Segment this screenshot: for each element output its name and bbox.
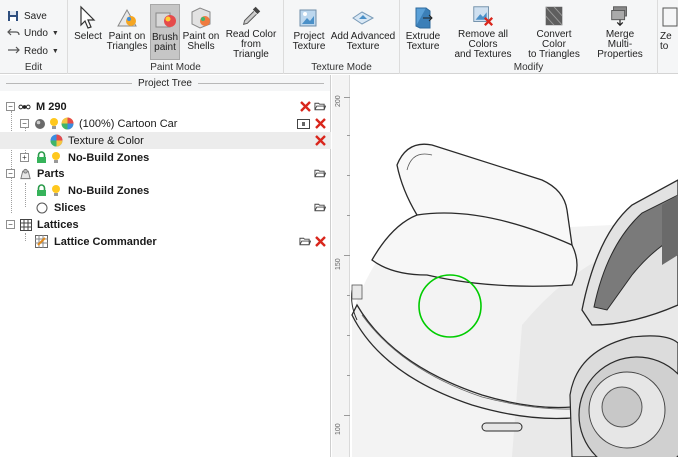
part-number-badge-icon[interactable]: [297, 118, 310, 130]
tree-row-part-no-build-zones[interactable]: + No-Build Zones: [0, 149, 331, 166]
lattice-grid-icon: [19, 218, 32, 231]
eyedropper-icon: [242, 6, 261, 25]
save-button[interactable]: Save: [6, 8, 68, 24]
project-tree-header: Project Tree: [0, 75, 330, 91]
undo-dropdown-icon[interactable]: ▼: [52, 30, 59, 37]
read-color-button[interactable]: Read Color from Triangle: [222, 4, 280, 60]
edit-group-label: Edit: [24, 62, 43, 73]
open-folder-icon[interactable]: [299, 236, 311, 248]
project-texture-button[interactable]: Project Texture: [288, 4, 330, 60]
tree-row-lattice-commander[interactable]: Lattice Commander: [0, 233, 331, 250]
light-bulb-icon[interactable]: [49, 151, 62, 164]
save-icon: [6, 10, 20, 22]
paint-mode-group: Select Paint on Triangles Brush paint Pa…: [68, 0, 284, 74]
brush-paint-button[interactable]: Brush paint: [150, 4, 180, 60]
merge-icon: [611, 6, 627, 27]
zoom-icon: [662, 7, 678, 27]
tree-row-parts-no-build-zones[interactable]: No-Build Zones: [0, 182, 331, 199]
redo-icon: [6, 45, 20, 57]
collapse-toggle[interactable]: −: [6, 169, 15, 178]
delete-icon[interactable]: [299, 101, 311, 113]
texture-mode-group: Project Texture Add Advanced Texture Tex…: [284, 0, 400, 74]
undo-button[interactable]: Undo ▼: [6, 25, 68, 41]
edit-group: Save Undo ▼ Redo ▼ Edit: [0, 0, 68, 74]
open-folder-icon[interactable]: [314, 168, 326, 180]
tree-row-part-cartoon-car[interactable]: − (100%) Cartoon Car: [0, 115, 331, 132]
open-folder-icon[interactable]: [314, 101, 326, 113]
remove-textures-icon: [473, 6, 494, 27]
ribbon-toolbar: Save Undo ▼ Redo ▼ Edit Select Paint on …: [0, 0, 678, 74]
redo-button[interactable]: Redo ▼: [6, 43, 68, 59]
undo-icon: [6, 27, 20, 39]
extrude-texture-icon: [415, 7, 433, 29]
extrude-texture-button[interactable]: Extrude Texture: [404, 4, 442, 60]
modify-group-label: Modify: [513, 62, 544, 73]
expand-toggle[interactable]: +: [20, 153, 29, 162]
paint-mode-group-label: Paint Mode: [150, 62, 201, 73]
tree-row-parts[interactable]: − Parts: [0, 165, 331, 182]
merge-multi-properties-button[interactable]: Merge Multi-Properties: [586, 4, 654, 60]
add-advanced-texture-button[interactable]: Add Advanced Texture: [330, 4, 396, 60]
delete-icon[interactable]: [314, 135, 326, 147]
lattice-commander-icon: [35, 235, 48, 248]
select-cursor-icon: [80, 5, 96, 29]
3d-viewport[interactable]: 200 150 100: [332, 75, 678, 457]
light-bulb-icon[interactable]: [49, 184, 62, 197]
collapse-toggle[interactable]: −: [20, 119, 29, 128]
redo-dropdown-icon[interactable]: ▼: [52, 48, 59, 55]
delete-icon[interactable]: [314, 236, 326, 248]
slices-circle-icon: [35, 201, 48, 214]
paint-on-triangles-button[interactable]: Paint on Triangles: [106, 4, 148, 60]
tree-row-slices[interactable]: Slices: [0, 199, 331, 216]
texture-mode-group-label: Texture Mode: [311, 62, 372, 73]
lock-icon: [35, 151, 48, 164]
delete-icon[interactable]: [314, 118, 326, 130]
parts-icon: [19, 167, 32, 180]
project-eye-icon: [18, 100, 31, 113]
light-bulb-icon[interactable]: [47, 117, 60, 130]
project-tree-panel: Project Tree − M 290 − (100%) Cartoon Ca…: [0, 75, 331, 457]
zoom-overflow-button[interactable]: Ze to: [660, 4, 678, 60]
mesh-sphere-icon: [33, 117, 46, 130]
tree-row-texture-color[interactable]: Texture & Color: [0, 132, 331, 149]
collapse-toggle[interactable]: −: [6, 102, 15, 111]
tree-row-lattices[interactable]: − Lattices: [0, 216, 331, 233]
color-palette-icon: [61, 117, 74, 130]
paint-on-shells-button[interactable]: Paint on Shells: [182, 4, 220, 60]
brush-paint-icon: [155, 12, 176, 28]
lock-icon: [35, 184, 48, 197]
modify-group: Extrude Texture Remove all Colors and Te…: [400, 0, 658, 74]
car-model-render: [351, 143, 678, 457]
open-folder-icon[interactable]: [314, 202, 326, 214]
paint-shells-icon: [191, 7, 211, 29]
collapse-toggle[interactable]: −: [6, 220, 15, 229]
texture-color-icon: [50, 134, 63, 147]
paint-triangles-icon: [117, 8, 137, 27]
project-texture-icon: [299, 9, 317, 27]
tree-row-project[interactable]: − M 290: [0, 98, 331, 115]
convert-color-button[interactable]: Convert Color to Triangles: [524, 4, 584, 60]
select-button[interactable]: Select: [72, 4, 104, 60]
advanced-texture-icon: [352, 11, 375, 25]
remove-all-colors-button[interactable]: Remove all Colors and Textures: [444, 4, 522, 60]
convert-triangles-icon: [545, 6, 563, 26]
